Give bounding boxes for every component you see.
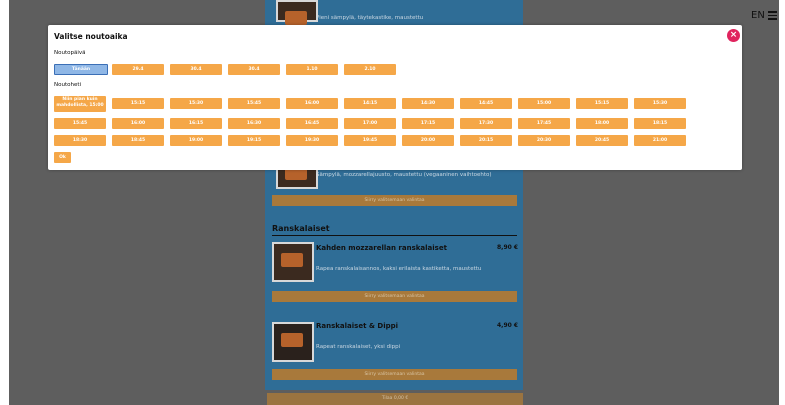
time-option[interactable]: 14:15 — [344, 98, 396, 109]
item-price: 8,90 € — [497, 244, 519, 251]
time-option[interactable]: 19:00 — [170, 135, 222, 146]
ok-button[interactable]: Ok — [54, 152, 71, 163]
time-option[interactable]: 20:00 — [402, 135, 454, 146]
mid-item-description: Sämpylä, mozzarellajuusto, maustettu (ve… — [316, 172, 492, 178]
modal-title: Valitse noutoaika — [54, 32, 128, 41]
order-total-bar[interactable]: Tilaa 0,00 € — [267, 393, 523, 405]
time-option[interactable]: 20:30 — [518, 135, 570, 146]
time-option[interactable]: 15:45 — [228, 98, 280, 109]
item-description: Rapea ranskalaisannos, kaksi erilaista k… — [316, 266, 482, 272]
time-option[interactable]: 15:30 — [634, 98, 686, 109]
time-option[interactable]: 19:30 — [286, 135, 338, 146]
time-option[interactable]: 15:15 — [112, 98, 164, 109]
hamburger-icon[interactable] — [768, 11, 777, 20]
time-option[interactable]: 16:00 — [286, 98, 338, 109]
time-option[interactable]: 17:15 — [402, 118, 454, 129]
time-option[interactable]: 20:15 — [460, 135, 512, 146]
day-option[interactable]: 30.4 — [228, 64, 280, 75]
pickup-time-label: Noutoheti — [54, 82, 82, 88]
time-option[interactable]: 20:45 — [576, 135, 628, 146]
time-option[interactable]: 21:00 — [634, 135, 686, 146]
time-option[interactable]: 16:00 — [112, 118, 164, 129]
day-option[interactable]: 2.10 — [344, 64, 396, 75]
time-option[interactable]: 18:30 — [54, 135, 106, 146]
day-option[interactable]: 30.4 — [170, 64, 222, 75]
day-option[interactable]: Tänään — [54, 64, 108, 75]
time-option[interactable]: 19:45 — [344, 135, 396, 146]
day-option[interactable]: 29.4 — [112, 64, 164, 75]
choose-button[interactable]: Siirry valitsemaan valintaa — [272, 369, 517, 380]
language-switch[interactable]: EN — [751, 10, 765, 21]
time-option[interactable]: 17:30 — [460, 118, 512, 129]
time-option-asap[interactable]: Niin pian kuin mahdollista, 15:00 — [54, 96, 106, 112]
time-option[interactable]: 17:00 — [344, 118, 396, 129]
time-option[interactable]: 17:45 — [518, 118, 570, 129]
item-description: Rapeat ranskalaiset, yksi dippi — [316, 344, 401, 350]
day-option[interactable]: 1.10 — [286, 64, 338, 75]
time-option[interactable]: 18:45 — [112, 135, 164, 146]
item-image — [272, 242, 314, 282]
time-option[interactable]: 15:00 — [518, 98, 570, 109]
time-option[interactable]: 14:45 — [460, 98, 512, 109]
time-option[interactable]: 18:00 — [576, 118, 628, 129]
time-option[interactable]: 14:30 — [402, 98, 454, 109]
time-option[interactable]: 16:15 — [170, 118, 222, 129]
time-option[interactable]: 15:15 — [576, 98, 628, 109]
time-option[interactable]: 16:30 — [228, 118, 280, 129]
top-item-image — [276, 0, 318, 25]
pickup-day-label: Noutopäivä — [54, 50, 86, 56]
choose-button[interactable]: Siirry valitsemaan valintaa — [272, 291, 517, 302]
section-title: Ranskalaiset — [272, 224, 517, 236]
close-icon[interactable]: × — [727, 29, 740, 42]
time-option[interactable]: 18:15 — [634, 118, 686, 129]
top-item-description: Pieni sämpylä, täytekastike, maustettu — [316, 15, 424, 21]
time-option[interactable]: 19:15 — [228, 135, 280, 146]
item-name: Ranskalaiset & Dippi — [316, 322, 399, 330]
item-name: Kahden mozzarellan ranskalaiset — [316, 244, 447, 252]
time-option[interactable]: 16:45 — [286, 118, 338, 129]
time-option[interactable]: 15:45 — [54, 118, 106, 129]
item-price: 4,90 € — [497, 322, 519, 329]
asap-line2: mahdollista, 15:00 — [56, 103, 104, 108]
item-image — [272, 322, 314, 362]
choose-button[interactable]: Siirry valitsemaan valintaa — [272, 195, 517, 206]
pickup-time-modal: Valitse noutoaika × Noutopäivä Noutoheti… — [48, 25, 742, 170]
time-option[interactable]: 15:30 — [170, 98, 222, 109]
